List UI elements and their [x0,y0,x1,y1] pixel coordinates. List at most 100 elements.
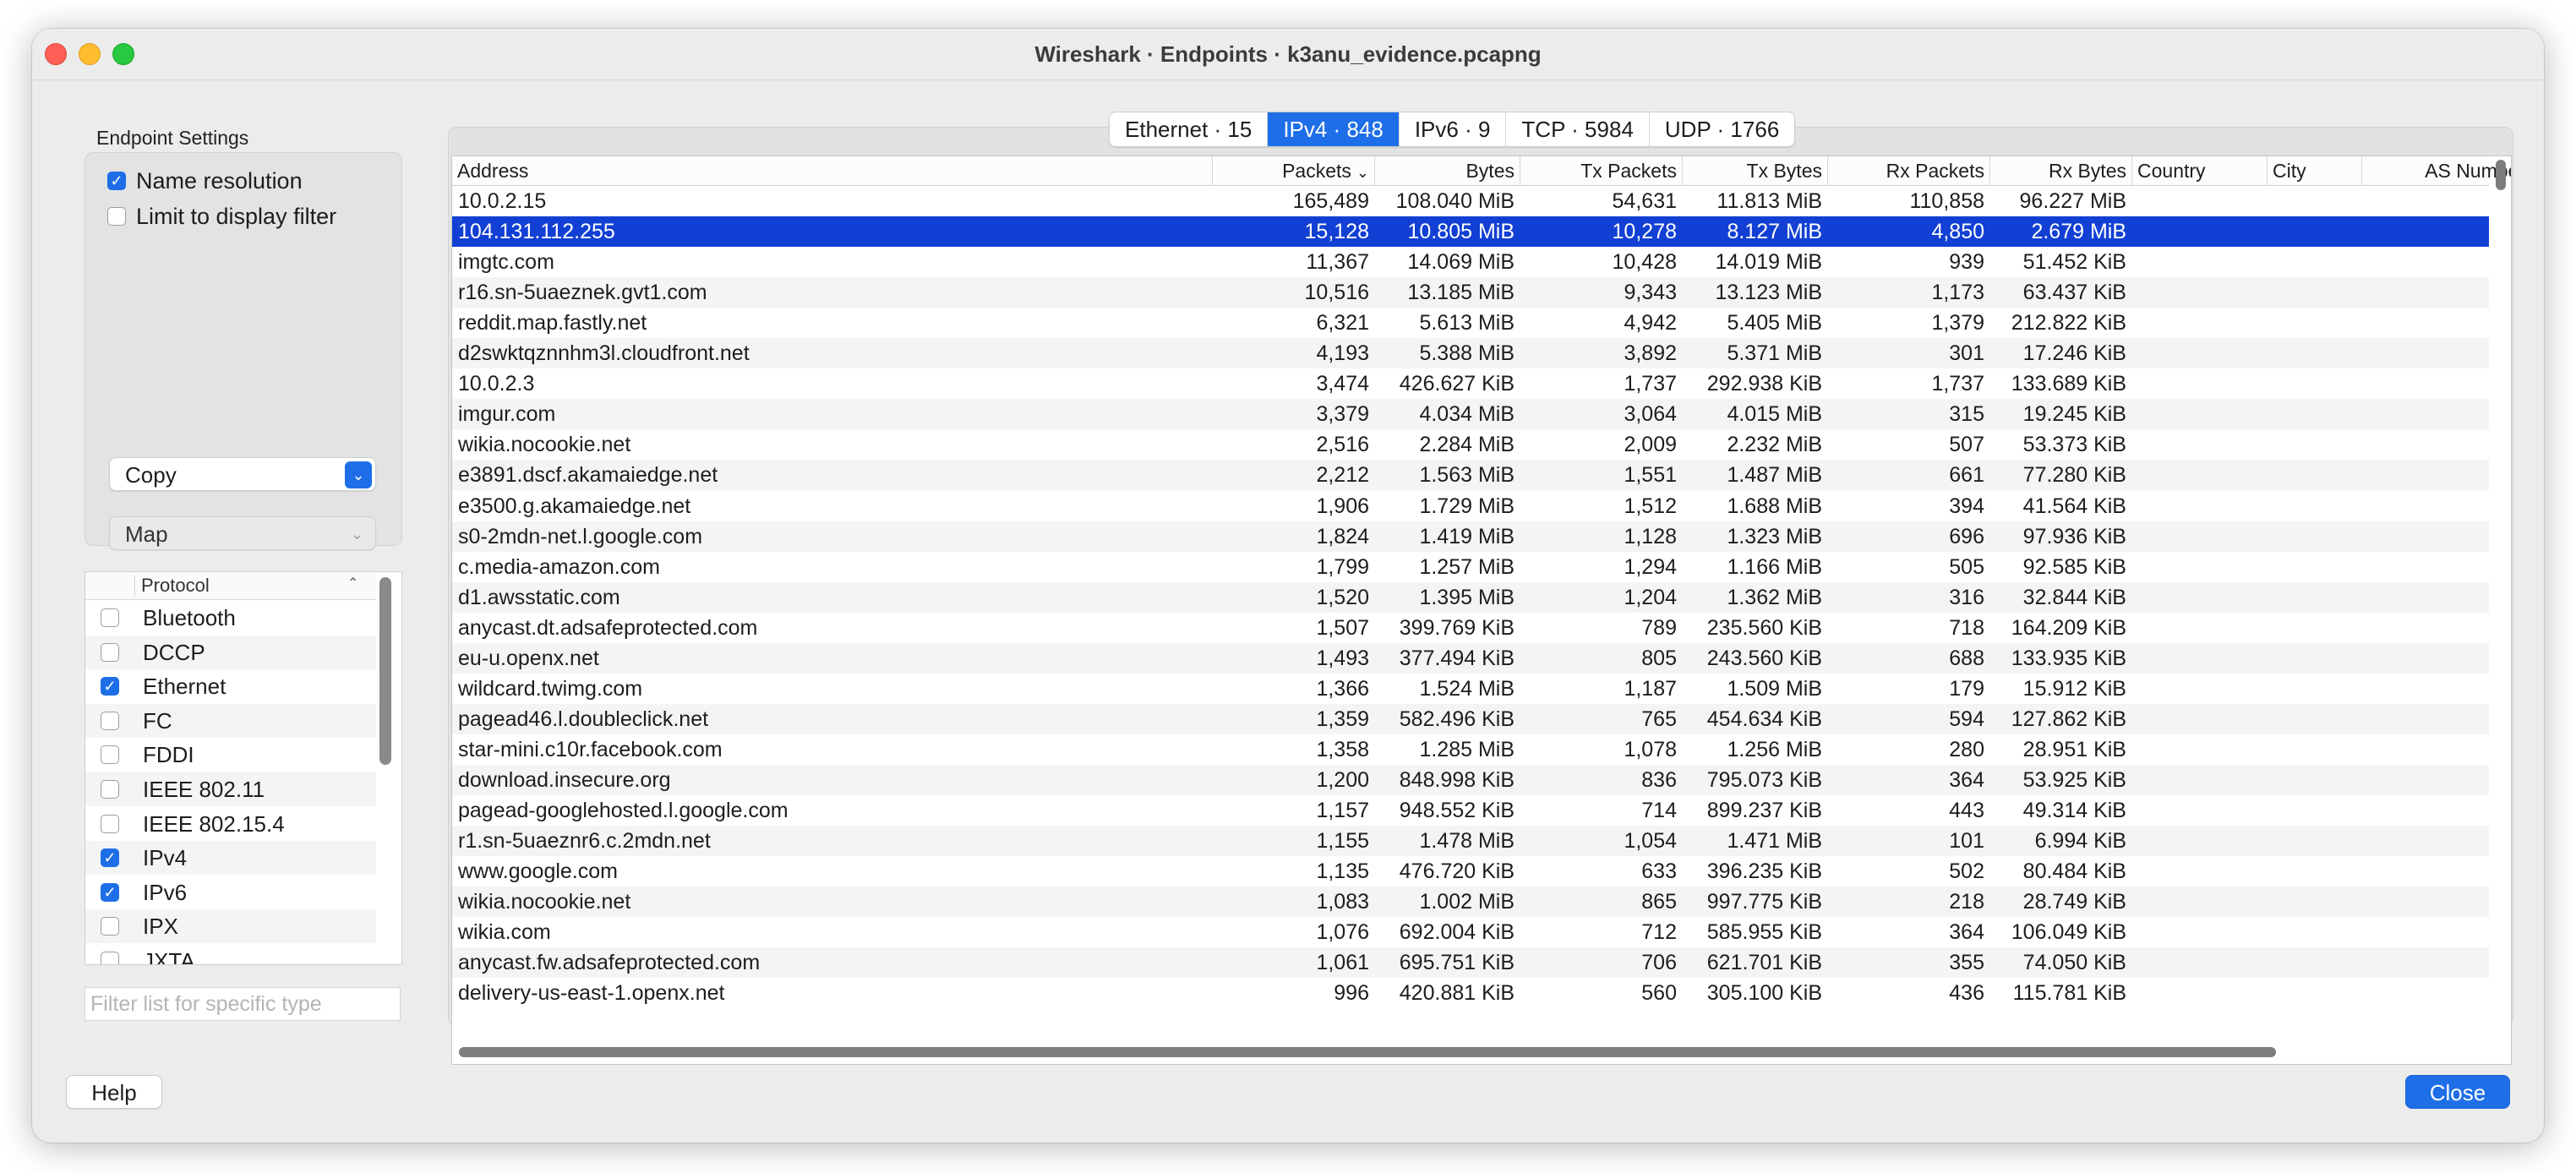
table-cell: 1,204 [1624,585,1677,609]
tab-endpoint-type[interactable]: Ethernet · 15 [1110,112,1269,146]
name-resolution-checkbox[interactable]: ✓ Name resolution [107,166,303,195]
table-cell: 1,173 [1931,281,1984,305]
table-cell: 585.955 KiB [1706,920,1822,945]
close-button[interactable]: Close [2405,1075,2510,1109]
tab-endpoint-type[interactable]: TCP · 5984 [1506,112,1650,146]
table-row[interactable]: r1.sn-5uaeznr6.c.2mdn.net 1,155 1.478 MiB 1… [452,826,2489,857]
table-row[interactable]: pagead46.l.doubleclick.net 1,359 582.496 K… [452,703,2489,734]
table-row[interactable]: pagead-googlehosted.l.google.com 1,157 948… [452,795,2489,826]
table-row[interactable]: anycast.dt.adsafeprotected.com 1,507 399.7… [452,613,2489,643]
table-row[interactable]: e3500.g.akamaiedge.net 1,906 1.729 MiB 1,51… [452,491,2489,521]
table-cell: 5.613 MiB [1419,311,1514,336]
checkbox-icon[interactable] [101,642,119,662]
table-cell: 688 [1949,646,1984,670]
table-row[interactable]: 10.0.2.3 3,474 426.627 KiB 1,737 292.938 KiB… [452,368,2489,399]
table-cell: 1,200 [1316,767,1369,792]
table-cell: anycast.dt.adsafeprotected.com [458,615,758,640]
table-row[interactable]: wikia.nocookie.net 2,516 2.284 MiB 2,009 2.2… [452,429,2489,460]
protocol-list-item[interactable]: ✓ Ethernet [85,669,376,703]
table-horizontal-scrollbar[interactable] [459,1047,2276,1057]
table-row[interactable]: r16.sn-5uaeznek.gvt1.com 10,516 13.185 MiB… [452,277,2489,308]
table-cell: 6,321 [1316,311,1369,336]
table-row[interactable]: delivery-us-east-1.openx.net 996 420.881 K… [452,978,2489,1008]
table-row[interactable]: imgur.com 3,379 4.034 MiB 3,064 4.015 MiB 315… [452,399,2489,430]
table-cell: 4.015 MiB [1727,402,1822,427]
table-cell: 1.487 MiB [1727,463,1822,488]
protocol-list-item[interactable]: Bluetooth [85,601,376,635]
column-header-address[interactable]: Address [452,156,1213,185]
checkbox-icon[interactable] [101,814,119,833]
column-header-tx-packets[interactable]: Tx Packets [1520,156,1683,185]
column-header-packets[interactable]: Packets ⌄ [1213,156,1375,185]
table-cell: 53.373 KiB [2022,433,2126,457]
map-popup-button[interactable]: Map ⌄ [109,516,376,550]
protocol-list-item[interactable]: IEEE 802.11 [85,772,376,806]
table-row[interactable]: d2swktqznnhm3l.cloudfront.net 4,193 5.388 … [452,338,2489,369]
checkbox-icon[interactable] [101,952,119,964]
protocol-list-item[interactable]: ✓ IPv4 [85,841,376,876]
column-header-city[interactable]: City [2268,156,2362,185]
table-cell: 301 [1949,341,1984,366]
table-row[interactable]: imgtc.com 11,367 14.069 MiB 10,428 14.019 Mi… [452,247,2489,277]
protocol-list-item[interactable]: FDDI [85,738,376,772]
protocol-list-item[interactable]: IPX [85,909,376,944]
checkbox-icon[interactable]: ✓ [101,848,119,868]
checkbox-icon[interactable] [101,608,119,627]
checkbox-icon[interactable]: ✓ [101,882,119,902]
checkbox-icon[interactable] [101,711,119,730]
checkbox-icon[interactable] [101,917,119,936]
protocol-list-item[interactable]: DCCP [85,635,376,669]
protocol-list-item[interactable]: JXTA [85,944,376,964]
tab-endpoint-type[interactable]: IPv4 · 848 [1268,112,1400,146]
column-header-country[interactable]: Country [2132,156,2268,185]
column-header-rx-packets[interactable]: Rx Packets [1828,156,1990,185]
table-row[interactable]: wikia.nocookie.net 1,083 1.002 MiB 865 997.7… [452,887,2489,918]
table-row[interactable]: s0-2mdn-net.l.google.com 1,824 1.419 MiB 1,… [452,521,2489,552]
table-row[interactable]: wildcard.twimg.com 1,366 1.524 MiB 1,187 1.5… [452,674,2489,704]
table-row[interactable]: download.insecure.org 1,200 848.998 KiB 836… [452,764,2489,795]
tab-endpoint-type[interactable]: IPv6 · 9 [1400,112,1507,146]
table-cell: 1.362 MiB [1727,585,1822,609]
table-cell: 2.284 MiB [1419,433,1514,457]
table-row[interactable]: eu-u.openx.net 1,493 377.494 KiB 805 243.560… [452,642,2489,674]
column-header-tx-bytes[interactable]: Tx Bytes [1683,156,1828,185]
table-cell: 805 [1641,646,1677,670]
table-row[interactable]: 10.0.2.15 165,489 108.040 MiB 54,631 11.813 … [452,186,2489,216]
limit-display-filter-checkbox[interactable]: Limit to display filter [107,202,336,231]
protocol-list-item[interactable]: FC [85,703,376,738]
protocol-label: IPX [143,914,178,940]
table-cell: 218 [1949,890,1984,914]
table-row[interactable]: 104.131.112.255 15,128 10.805 MiB 10,278 8.1… [452,216,2489,248]
column-header-as-number[interactable]: AS Number [2362,156,2511,185]
table-cell: 11,367 [1306,250,1369,275]
protocol-filter-input[interactable]: Filter list for specific type [85,987,401,1021]
table-row[interactable]: d1.awsstatic.com 1,520 1.395 MiB 1,204 1.362… [452,581,2489,613]
table-row[interactable]: c.media-amazon.com 1,799 1.257 MiB 1,294 1.1… [452,552,2489,582]
table-row[interactable]: e3891.dscf.akamaiedge.net 2,212 1.563 MiB 1… [452,460,2489,491]
checkbox-icon[interactable]: ✓ [101,677,119,696]
column-header-bytes[interactable]: Bytes [1375,156,1520,185]
protocol-list-item[interactable]: ✓ IPv6 [85,876,376,909]
checkbox-icon[interactable] [101,745,119,765]
table-row[interactable]: anycast.fw.adsafeprotected.com 1,061 695.7… [452,947,2489,979]
copy-popup-button[interactable]: Copy ⌄ [109,457,376,491]
table-row[interactable]: wikia.com 1,076 692.004 KiB 712 585.955 KiB 3… [452,917,2489,947]
protocol-list-scrollbar[interactable] [379,577,391,765]
table-cell: 179 [1949,676,1984,701]
table-cell: 364 [1949,767,1984,792]
table-cell: 5.371 MiB [1727,341,1822,366]
column-header-rx-bytes[interactable]: Rx Bytes [1990,156,2132,185]
tab-endpoint-type[interactable]: UDP · 1766 [1650,112,1794,146]
protocol-list-header[interactable]: Protocol ⌃ [85,572,376,600]
protocol-list-item[interactable]: IEEE 802.15.4 [85,807,376,841]
table-row[interactable]: www.google.com 1,135 476.720 KiB 633 396.235… [452,856,2489,887]
table-vertical-scrollbar[interactable] [2496,160,2506,190]
protocol-label: FC [143,707,172,734]
table-cell: download.insecure.org [458,767,671,792]
checkbox-icon[interactable] [101,780,119,799]
table-cell: 1,799 [1316,554,1369,579]
table-cell: 1,078 [1624,737,1677,761]
help-button[interactable]: Help [66,1075,162,1109]
table-row[interactable]: star-mini.c10r.facebook.com 1,358 1.285 Mi… [452,734,2489,765]
table-row[interactable]: reddit.map.fastly.net 6,321 5.613 MiB 4,942… [452,308,2489,338]
